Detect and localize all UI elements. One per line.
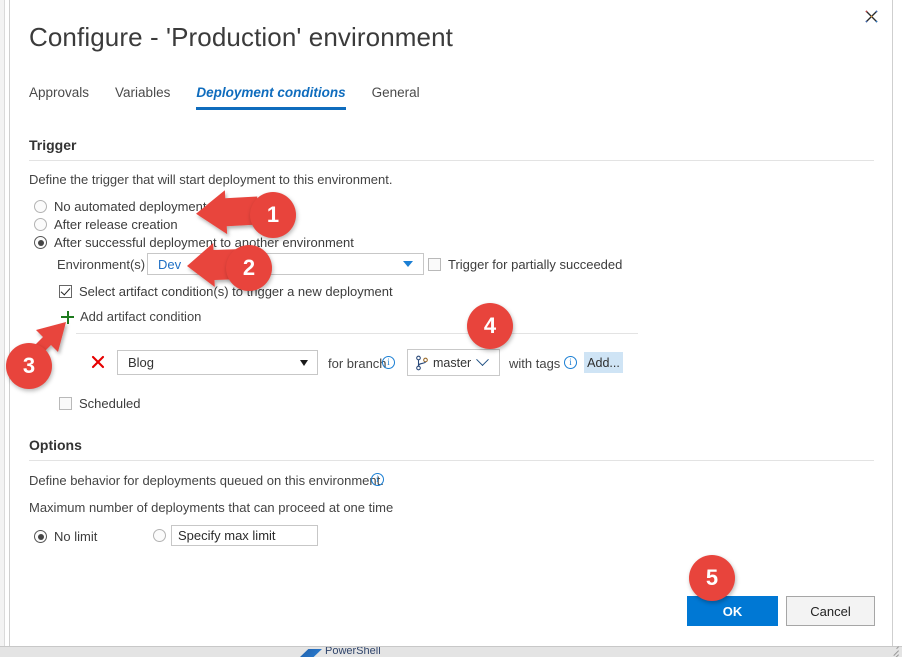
radio-label: No automated deployment xyxy=(54,199,207,214)
trigger-section-divider xyxy=(29,160,874,161)
annotation-marker-3: 3 xyxy=(6,343,52,389)
tab-deployment-conditions[interactable]: Deployment conditions xyxy=(196,85,346,110)
checkbox-indicator xyxy=(59,397,72,410)
checkbox-scheduled[interactable]: Scheduled xyxy=(59,396,140,411)
annotation-marker-2: 2 xyxy=(226,245,272,291)
add-artifact-condition-link[interactable]: Add artifact condition xyxy=(61,309,201,324)
radio-indicator xyxy=(34,236,47,249)
checkbox-select-artifact-conditions[interactable]: Select artifact condition(s) to trigger … xyxy=(59,284,393,299)
environments-label: Environment(s) xyxy=(57,257,146,272)
radio-indicator xyxy=(34,530,47,543)
radio-indicator xyxy=(34,200,47,213)
chevron-down-icon xyxy=(403,261,413,267)
tab-general[interactable]: General xyxy=(372,85,420,110)
environments-value: Dev xyxy=(158,256,182,272)
add-artifact-condition-label: Add artifact condition xyxy=(80,309,202,324)
close-button[interactable] xyxy=(849,0,893,32)
powershell-icon[interactable] xyxy=(300,649,322,657)
annotation-marker-4: 4 xyxy=(467,303,513,349)
trigger-description: Define the trigger that will start deplo… xyxy=(29,172,393,187)
radio-no-automated-deployment[interactable]: No automated deployment xyxy=(34,199,206,214)
trigger-section-heading: Trigger xyxy=(29,137,77,153)
close-icon xyxy=(865,10,877,22)
checkbox-label: Scheduled xyxy=(79,396,141,411)
radio-label: After successful deployment to another e… xyxy=(54,235,354,250)
resize-grip-icon[interactable] xyxy=(887,643,899,657)
checkbox-indicator xyxy=(428,258,441,271)
configure-environment-dialog: Configure - 'Production' environment App… xyxy=(0,0,902,657)
delete-artifact-condition-button[interactable] xyxy=(90,354,106,370)
tab-approvals[interactable]: Approvals xyxy=(29,85,89,110)
radio-after-successful-deployment[interactable]: After successful deployment to another e… xyxy=(34,235,354,250)
options-section-divider xyxy=(29,460,874,461)
tab-variables[interactable]: Variables xyxy=(115,85,170,110)
plus-icon xyxy=(61,310,74,324)
annotation-marker-5: 5 xyxy=(689,555,735,601)
git-branch-icon xyxy=(416,355,428,370)
radio-indicator xyxy=(34,218,47,231)
artifact-value: Blog xyxy=(128,355,155,370)
environments-dropdown[interactable]: Dev xyxy=(147,253,424,275)
chevron-down-icon xyxy=(300,359,308,366)
taskbar-item-powershell[interactable]: PowerShell xyxy=(325,647,381,657)
ok-button[interactable]: OK xyxy=(687,596,778,626)
annotation-marker-1: 1 xyxy=(250,192,296,238)
checkbox-trigger-partially-succeeded[interactable]: Trigger for partially succeeded xyxy=(428,257,622,272)
max-deployments-label: Maximum number of deployments that can p… xyxy=(29,500,394,515)
add-tag-button[interactable]: Add... xyxy=(584,352,623,373)
max-limit-input[interactable] xyxy=(171,525,318,546)
options-description: Define behavior for deployments queued o… xyxy=(29,473,384,488)
radio-label: After release creation xyxy=(54,217,178,232)
options-section-heading: Options xyxy=(29,437,82,453)
radio-indicator xyxy=(153,529,166,542)
window-right-border xyxy=(892,0,902,657)
checkbox-indicator xyxy=(59,285,72,298)
radio-no-limit[interactable]: No limit xyxy=(34,529,97,544)
window-bottom-border: PowerShell xyxy=(0,646,902,657)
tab-bar: Approvals Variables Deployment condition… xyxy=(29,85,446,110)
options-info-icon[interactable]: i xyxy=(371,473,384,486)
cancel-button[interactable]: Cancel xyxy=(786,596,875,626)
radio-specify-max-limit[interactable] xyxy=(153,529,173,542)
delete-x-icon xyxy=(91,355,105,369)
window-left-edge-strip xyxy=(0,0,5,657)
page-title: Configure - 'Production' environment xyxy=(29,22,453,52)
branch-value: master xyxy=(433,355,472,370)
radio-label: No limit xyxy=(54,529,98,544)
taskbar-peek: PowerShell xyxy=(0,647,902,657)
chevron-down-icon xyxy=(476,353,490,367)
branch-dropdown[interactable]: master xyxy=(407,349,500,376)
with-tags-label: with tags xyxy=(509,356,561,371)
for-branch-info-icon[interactable]: i xyxy=(382,356,395,369)
radio-after-release-creation[interactable]: After release creation xyxy=(34,217,178,232)
checkbox-label: Trigger for partially succeeded xyxy=(448,257,623,272)
artifact-dropdown[interactable]: Blog xyxy=(117,350,318,375)
with-tags-info-icon[interactable]: i xyxy=(564,356,577,369)
for-branch-label: for branch xyxy=(328,356,387,371)
artifact-list-divider xyxy=(76,333,638,334)
